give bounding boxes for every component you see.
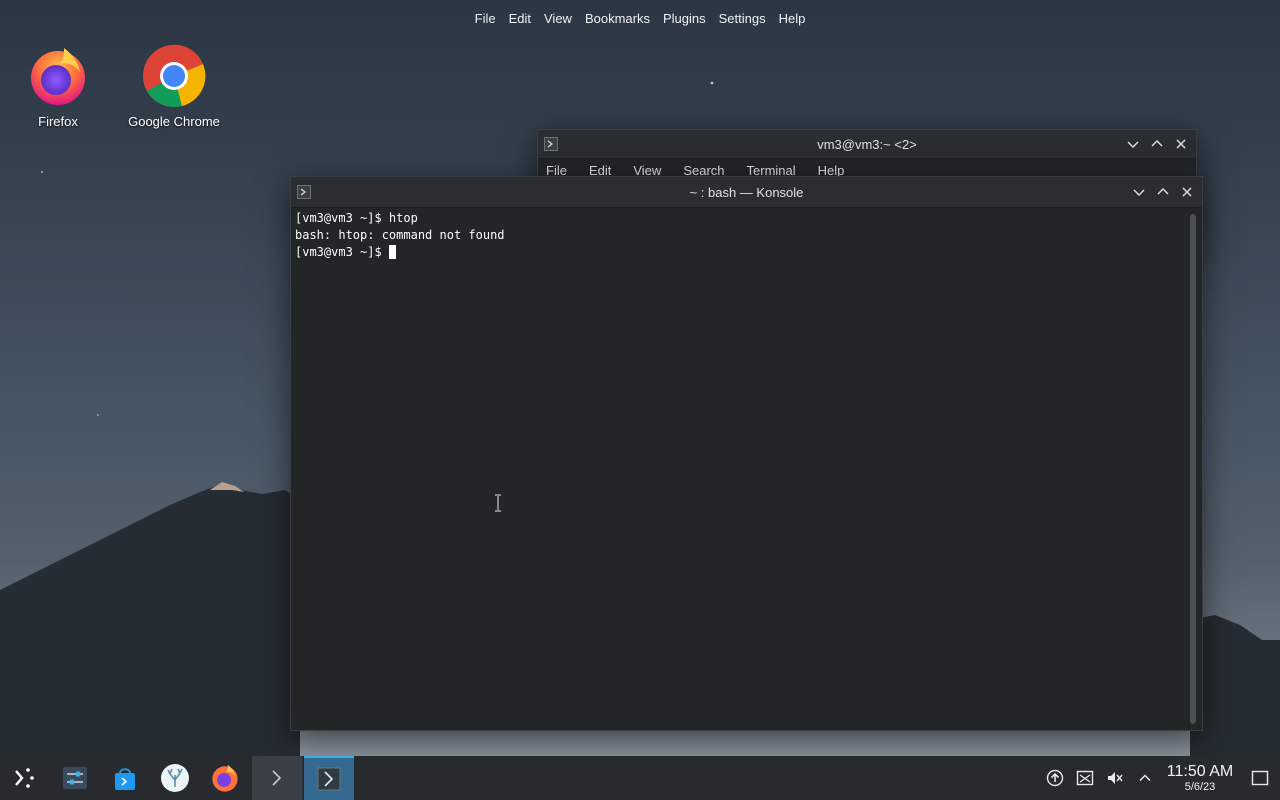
task-konsole-active[interactable] — [304, 756, 354, 800]
screen-tray-button[interactable] — [1070, 756, 1100, 800]
terminal-icon — [297, 185, 311, 199]
maximize-button[interactable] — [1148, 135, 1166, 153]
menu-help[interactable]: Help — [772, 11, 812, 26]
volume-tray-button[interactable] — [1100, 756, 1130, 800]
text-cursor — [388, 245, 396, 259]
maximize-button[interactable] — [1154, 183, 1172, 201]
menu-bookmarks[interactable]: Bookmarks — [578, 11, 656, 26]
clock-date: 5/6/23 — [1184, 780, 1216, 793]
terminal-icon — [317, 767, 341, 791]
app-launcher-icon — [15, 768, 34, 788]
konsole-window[interactable]: ~ : bash — Konsole [vm3@vm3 ~]$ htop bas… — [290, 176, 1203, 731]
window-title: vm3@vm3:~ <2> — [817, 136, 917, 152]
updates-tray-button[interactable] — [1040, 756, 1070, 800]
taskbar: 11:50 AM 5/6/23 — [0, 756, 1280, 800]
terminal-icon — [544, 137, 558, 151]
terminal-line: [vm3@vm3 ~]$ — [295, 244, 1198, 261]
close-button[interactable] — [1172, 135, 1190, 153]
firefox-taskbar-button[interactable] — [200, 756, 250, 800]
show-desktop-button[interactable] — [1240, 756, 1280, 800]
system-settings-icon — [63, 767, 87, 789]
show-desktop-icon — [1251, 770, 1269, 786]
scrollbar[interactable] — [1190, 214, 1196, 724]
desktop-icon-chrome[interactable]: Google Chrome — [119, 44, 229, 129]
discover-store-icon — [115, 768, 135, 790]
coral-app-icon — [161, 764, 189, 792]
close-button[interactable] — [1178, 183, 1196, 201]
minimize-button[interactable] — [1130, 183, 1148, 201]
global-menu-bar: File Edit View Bookmarks Plugins Setting… — [0, 0, 1280, 36]
menu-view[interactable]: View — [538, 11, 579, 26]
system-settings-button[interactable] — [50, 756, 100, 800]
terminal-prompt: [vm3@vm3 ~]$ — [295, 245, 389, 259]
terminal-area[interactable]: [vm3@vm3 ~]$ htop bash: htop: command no… — [291, 208, 1202, 730]
menu-settings[interactable]: Settings — [712, 11, 772, 26]
menu-file[interactable]: File — [468, 11, 502, 26]
volume-muted-icon — [1108, 772, 1123, 784]
chevron-up-icon — [1139, 774, 1151, 782]
task-konsole-2[interactable] — [252, 756, 302, 800]
update-icon — [1046, 769, 1064, 787]
firefox-icon — [212, 764, 238, 792]
digital-clock[interactable]: 11:50 AM 5/6/23 — [1160, 763, 1240, 794]
terminal-icon — [272, 770, 282, 786]
window-title: ~ : bash — Konsole — [689, 184, 804, 200]
menu-plugins[interactable]: Plugins — [656, 11, 712, 26]
chrome-icon — [142, 44, 206, 108]
window-titlebar[interactable]: ~ : bash — Konsole — [291, 177, 1202, 208]
clock-time: 11:50 AM — [1166, 762, 1234, 780]
menu-edit[interactable]: Edit — [502, 11, 537, 26]
ibeam-cursor-icon — [495, 494, 501, 512]
back-window-titlebar[interactable]: vm3@vm3:~ <2> — [538, 130, 1196, 159]
desktop-icon-label: Firefox — [38, 114, 78, 129]
terminal-line: bash: htop: command not found — [295, 228, 505, 242]
system-tray: 11:50 AM 5/6/23 — [1040, 756, 1280, 800]
discover-store-button[interactable] — [100, 756, 150, 800]
desktop-icon-label: Google Chrome — [128, 114, 220, 129]
terminal-line: [vm3@vm3 ~]$ htop — [295, 211, 418, 225]
tray-expand-button[interactable] — [1130, 756, 1160, 800]
minimize-button[interactable] — [1124, 135, 1142, 153]
app-launcher-button[interactable] — [0, 756, 50, 800]
firefox-icon — [26, 44, 90, 108]
coral-app-button[interactable] — [150, 756, 200, 800]
screen-icon — [1076, 770, 1094, 786]
desktop-icon-firefox[interactable]: Firefox — [3, 44, 113, 129]
